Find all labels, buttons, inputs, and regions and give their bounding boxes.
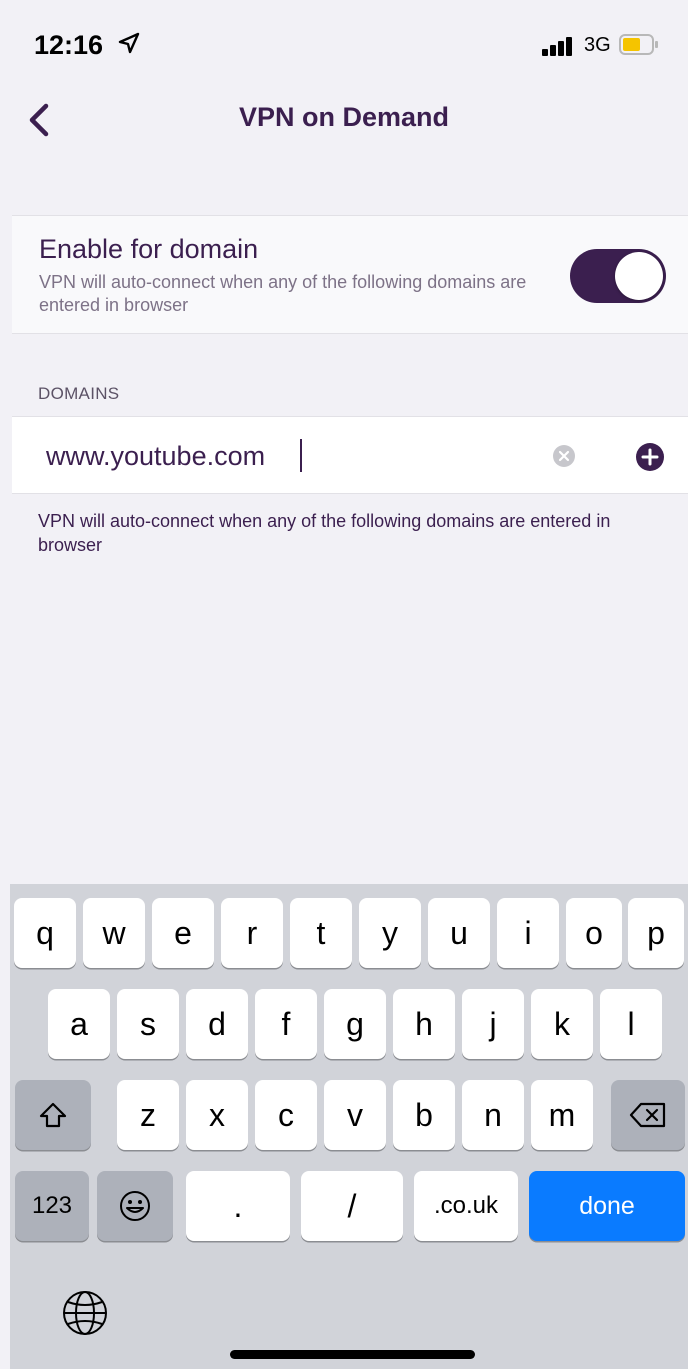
signal-bars-icon (542, 37, 572, 56)
key-c[interactable]: c (255, 1080, 317, 1150)
globe-icon[interactable] (60, 1288, 110, 1338)
key-q[interactable]: q (14, 898, 76, 968)
key-e[interactable]: e (152, 898, 214, 968)
key-w[interactable]: w (83, 898, 145, 968)
key-a[interactable]: a (48, 989, 110, 1059)
backspace-icon (629, 1102, 666, 1128)
dot-key[interactable]: . (186, 1171, 290, 1241)
enable-description: VPN will auto-connect when any of the fo… (39, 272, 527, 315)
network-type: 3G (584, 34, 611, 56)
numbers-key[interactable]: 123 (15, 1171, 89, 1241)
domain-input-row (12, 416, 688, 494)
done-key[interactable]: done (529, 1171, 685, 1241)
enable-for-domain-row: Enable for domain VPN will auto-connect … (12, 215, 688, 334)
key-l[interactable]: l (600, 989, 662, 1059)
key-z[interactable]: z (117, 1080, 179, 1150)
key-p[interactable]: p (628, 898, 684, 968)
key-g[interactable]: g (324, 989, 386, 1059)
key-d[interactable]: d (186, 989, 248, 1059)
add-domain-icon[interactable] (635, 442, 665, 472)
shift-icon (39, 1102, 67, 1128)
domain-input[interactable] (46, 436, 516, 476)
key-f[interactable]: f (255, 989, 317, 1059)
backspace-key[interactable] (611, 1080, 685, 1150)
slash-key[interactable]: / (301, 1171, 403, 1241)
emoji-icon (120, 1191, 150, 1221)
enable-domain-toggle[interactable] (570, 249, 666, 303)
key-t[interactable]: t (290, 898, 352, 968)
key-r[interactable]: r (221, 898, 283, 968)
key-y[interactable]: y (359, 898, 421, 968)
page-title: VPN on Demand (238, 102, 450, 132)
key-o[interactable]: o (566, 898, 622, 968)
domains-section-header: DOMAINS (38, 384, 120, 403)
domains-footer-text: VPN will auto-connect when any of the fo… (38, 511, 611, 555)
key-u[interactable]: u (428, 898, 490, 968)
shift-key[interactable] (15, 1080, 91, 1150)
key-m[interactable]: m (531, 1080, 593, 1150)
key-v[interactable]: v (324, 1080, 386, 1150)
keyboard: q w e r t y u i o p a s d f g h j k l z … (10, 884, 688, 1369)
key-b[interactable]: b (393, 1080, 455, 1150)
key-h[interactable]: h (393, 989, 455, 1059)
clear-icon[interactable] (553, 445, 575, 467)
text-caret (300, 439, 302, 472)
enable-title: Enable for domain (39, 234, 259, 264)
key-j[interactable]: j (462, 989, 524, 1059)
navigation-bar: VPN on Demand (0, 90, 688, 160)
key-n[interactable]: n (462, 1080, 524, 1150)
status-time: 12:16 (34, 30, 104, 60)
key-i[interactable]: i (497, 898, 559, 968)
home-indicator (230, 1350, 475, 1359)
location-arrow-icon (118, 32, 140, 54)
battery-icon (619, 34, 658, 55)
emoji-key[interactable] (97, 1171, 173, 1241)
domain-suffix-key[interactable]: .co.uk (414, 1171, 518, 1241)
toggle-knob (615, 252, 663, 300)
key-s[interactable]: s (117, 989, 179, 1059)
status-bar: 12:16 3G (0, 0, 688, 90)
key-k[interactable]: k (531, 989, 593, 1059)
key-x[interactable]: x (186, 1080, 248, 1150)
